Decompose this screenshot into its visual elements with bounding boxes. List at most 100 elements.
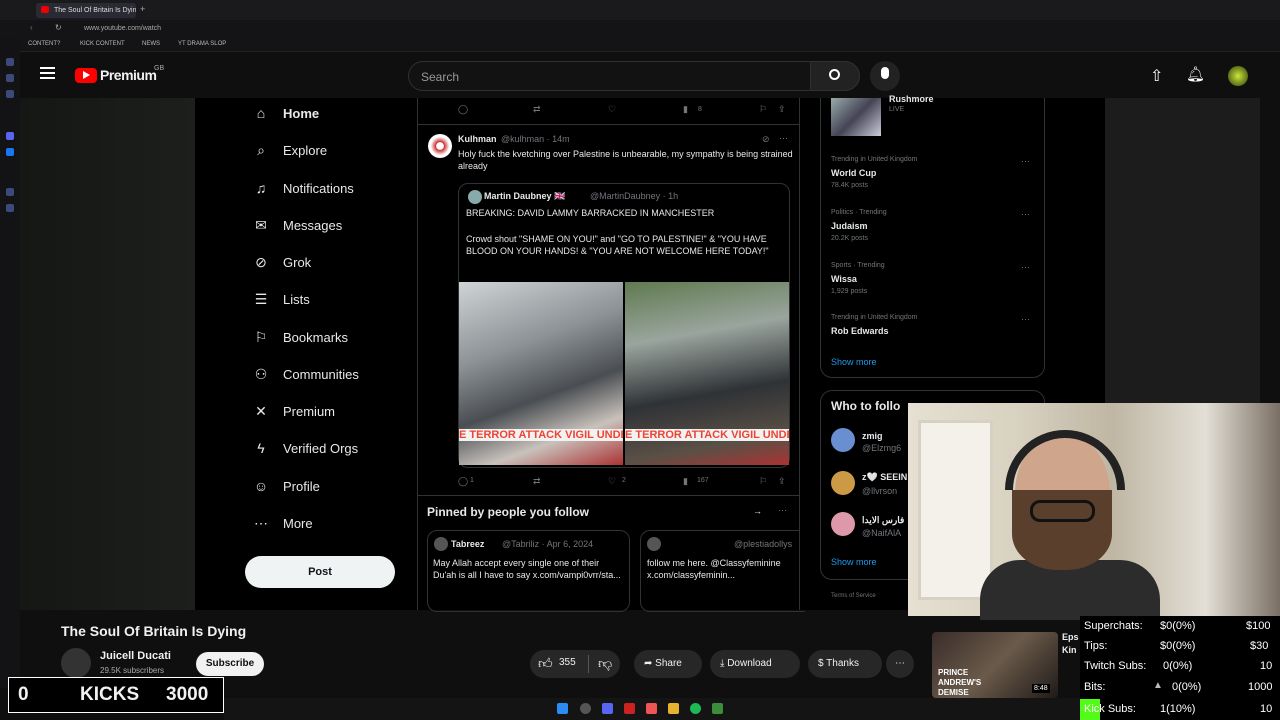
trend-name[interactable]: Rob Edwards xyxy=(831,326,889,336)
nav-premium[interactable]: Premium xyxy=(283,404,335,419)
more-options-icon[interactable]: ⋯ xyxy=(1021,156,1030,167)
like-icon[interactable]: ♡ xyxy=(608,104,616,115)
quote-author-name[interactable]: Martin Daubney 🇬🇧 xyxy=(484,191,565,202)
follow-name[interactable]: zmig xyxy=(862,431,883,441)
app-icon[interactable] xyxy=(712,703,723,714)
nav-verified-orgs[interactable]: Verified Orgs xyxy=(283,441,358,456)
create-icon[interactable]: ⇧ xyxy=(1150,66,1163,86)
nav-bookmarks[interactable]: Bookmarks xyxy=(283,330,348,345)
sidebar-app-icon[interactable] xyxy=(6,58,14,66)
live-title[interactable]: Rushmore xyxy=(889,94,934,104)
reply-icon[interactable]: ◯ xyxy=(458,476,468,487)
bookmark-icon[interactable]: ⚐ xyxy=(759,476,767,487)
thanks-button[interactable]: $ Thanks xyxy=(808,650,882,678)
sidebar-app-icon[interactable] xyxy=(6,188,14,196)
nav-more[interactable]: More xyxy=(283,516,313,531)
opera-icon[interactable] xyxy=(624,703,635,714)
notifications-bell-icon[interactable]: 🔔︎ xyxy=(1186,65,1205,83)
bookmark-news[interactable]: NEWS xyxy=(142,41,160,47)
tweet-author-name[interactable]: Kulhman xyxy=(458,134,497,144)
file-explorer-icon[interactable] xyxy=(668,703,679,714)
nav-profile[interactable]: Profile xyxy=(283,479,320,494)
more-options-icon[interactable]: ⋯ xyxy=(779,133,788,144)
youtube-premium-logo[interactable]: Premium xyxy=(100,67,157,83)
follow-avatar[interactable] xyxy=(831,428,855,452)
share-button[interactable]: ➦ Share xyxy=(634,650,702,678)
bookmark-content[interactable]: CONTENT? xyxy=(28,41,60,47)
more-options-icon[interactable]: ⋯ xyxy=(1021,209,1030,220)
views-icon[interactable]: ▮ xyxy=(683,104,688,115)
trend-name[interactable]: World Cup xyxy=(831,168,876,178)
more-options-icon[interactable]: ⋯ xyxy=(778,505,787,516)
live-thumbnail[interactable] xyxy=(831,98,881,136)
windows-start-icon[interactable] xyxy=(557,703,568,714)
tweet-author-handle[interactable]: @kulhman · 14m xyxy=(501,134,570,144)
show-more-link[interactable]: Show more xyxy=(831,557,877,567)
nav-communities[interactable]: Communities xyxy=(283,367,359,382)
channel-name[interactable]: Juicell Ducati xyxy=(100,650,171,662)
terms-link[interactable]: Terms of Service xyxy=(831,593,876,599)
download-button[interactable]: ⤓ Download xyxy=(710,650,800,678)
search-icon[interactable] xyxy=(580,703,591,714)
url-field[interactable]: www.youtube.com/watch xyxy=(84,25,161,32)
voice-search-button[interactable] xyxy=(870,61,900,91)
sidebar-app-icon[interactable] xyxy=(6,204,14,212)
views-icon[interactable]: ▮ xyxy=(683,476,688,487)
pinned-card-name: Tabreez xyxy=(451,539,485,549)
nav-home[interactable]: Home xyxy=(283,106,319,121)
follow-name[interactable]: فارس الايدا xyxy=(862,515,904,526)
like-icon[interactable]: ♡ xyxy=(608,476,616,487)
like-count[interactable]: 355 xyxy=(559,657,576,668)
show-more-link[interactable]: Show more xyxy=(831,357,877,367)
follow-avatar[interactable] xyxy=(831,512,855,536)
search-button[interactable] xyxy=(810,61,860,91)
channel-avatar[interactable] xyxy=(61,648,91,678)
sidebar-app-icon[interactable] xyxy=(6,90,14,98)
sidebar-app-icon[interactable] xyxy=(6,74,14,82)
nav-lists[interactable]: Lists xyxy=(283,292,310,307)
repost-icon[interactable]: ⇄ xyxy=(533,104,541,115)
menu-icon[interactable] xyxy=(40,67,55,69)
spotify-icon[interactable] xyxy=(690,703,701,714)
up-next-side-title-2[interactable]: Kin xyxy=(1062,645,1077,655)
grok-icon[interactable]: ⊘ xyxy=(762,134,770,145)
subscribe-button[interactable]: Subscribe xyxy=(196,652,264,676)
nav-grok[interactable]: Grok xyxy=(283,255,311,270)
share-icon[interactable]: ⇪ xyxy=(778,104,786,115)
post-button[interactable]: Post xyxy=(245,556,395,588)
nav-explore[interactable]: Explore xyxy=(283,143,327,158)
quote-author-handle[interactable]: @MartinDaubney · 1h xyxy=(590,191,678,201)
reload-icon[interactable]: ↻ xyxy=(55,23,62,32)
follow-name[interactable]: z🤍 SEEIN xyxy=(862,472,907,483)
trend-name[interactable]: Wissa xyxy=(831,274,857,284)
arrow-right-icon[interactable]: → xyxy=(753,506,762,516)
nav-notifications[interactable]: Notifications xyxy=(283,181,354,196)
more-options-icon[interactable]: ⋯ xyxy=(1021,314,1030,325)
search-input[interactable]: Search xyxy=(408,61,811,91)
bookmark-icon[interactable]: ⚐ xyxy=(759,104,767,115)
share-icon[interactable]: ⇪ xyxy=(778,476,786,487)
new-tab-icon[interactable]: + xyxy=(140,4,145,14)
tweet-author-avatar[interactable] xyxy=(428,134,452,158)
bookmark-kick-content[interactable]: KICK CONTENT xyxy=(80,41,125,47)
nav-messages[interactable]: Messages xyxy=(283,218,342,233)
follow-avatar[interactable] xyxy=(831,471,855,495)
messenger-icon[interactable] xyxy=(6,148,14,156)
thumbs-up-icon[interactable]: 👍︎ xyxy=(538,655,553,672)
repost-icon[interactable]: ⇄ xyxy=(533,476,541,487)
address-bar xyxy=(0,20,1280,38)
more-actions-button[interactable]: ⋯ xyxy=(886,650,914,678)
more-options-icon[interactable]: ⋯ xyxy=(1021,262,1030,273)
discord-icon[interactable] xyxy=(602,703,613,714)
divider xyxy=(417,124,800,125)
discord-icon[interactable] xyxy=(6,132,14,140)
app-icon[interactable] xyxy=(646,703,657,714)
back-icon[interactable]: ‹ xyxy=(30,23,33,32)
avatar[interactable] xyxy=(1228,66,1248,86)
browser-tab[interactable]: The Soul Of Britain Is Dying xyxy=(36,3,136,18)
up-next-side-title[interactable]: Eps xyxy=(1062,632,1079,642)
reply-icon[interactable]: ◯ xyxy=(458,104,468,115)
trend-name[interactable]: Judaism xyxy=(831,221,868,231)
thumbs-down-icon[interactable]: 👎︎ xyxy=(598,655,612,672)
bookmark-yt-drama-slop[interactable]: YT DRAMA SLOP xyxy=(178,41,226,47)
